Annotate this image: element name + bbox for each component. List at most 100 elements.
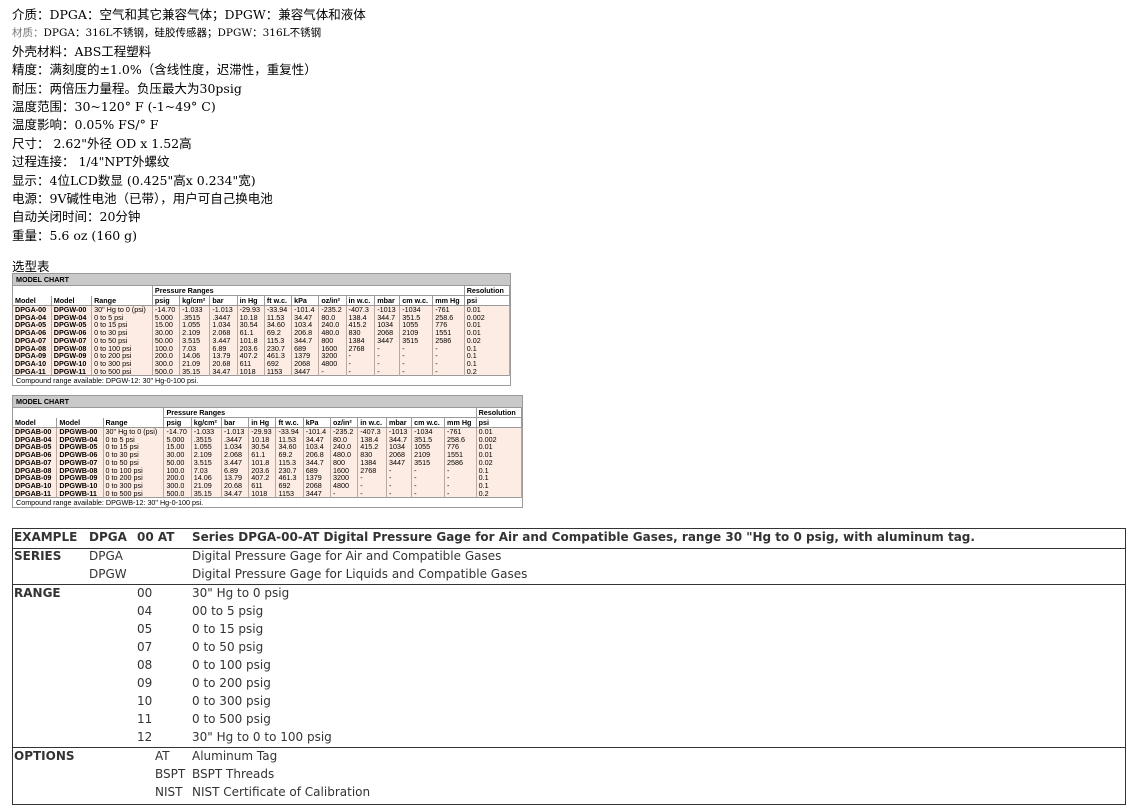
column-header: ft w.c.: [275, 417, 304, 428]
range-code: 12: [137, 730, 153, 744]
column-header: Model: [13, 295, 52, 306]
column-header: in w.c.: [346, 295, 376, 306]
spec-line: 精度：满刻度的±1.0%（含线性度，迟滞性，重复性）: [12, 61, 612, 79]
example-description: Series DPGA-00-AT Digital Pressure Gage …: [192, 530, 975, 544]
table-cell: 2586: [444, 459, 477, 467]
spec-line: 介质：DPGA：空气和其它兼容气体；DPGW：兼容气体和液体: [12, 6, 612, 24]
table-cell: 1018: [248, 489, 277, 498]
table-cell: -: [444, 489, 477, 498]
column-header: cm w.c.: [411, 417, 446, 428]
divider: [13, 548, 1125, 549]
table-cell: DPGA-11: [13, 367, 52, 376]
column-header: mm Hg: [432, 295, 465, 306]
example-code: 00 AT: [137, 530, 175, 544]
range-code: 05: [137, 622, 153, 636]
range-description: 0 to 300 psig: [192, 694, 271, 708]
table-cell: 3447: [303, 489, 332, 498]
table-cell: -: [318, 367, 347, 376]
example-label: EXAMPLE: [14, 530, 78, 544]
spec-list: 介质：DPGA：空气和其它兼容气体；DPGW：兼容气体和液体 材质：DPGA：31…: [12, 6, 612, 245]
spec-line: 温度影响：0.05% FS/° F: [12, 116, 612, 134]
table-cell: -: [346, 367, 376, 376]
spec-text: 介质：DPGA：空气和其它兼容气体；DPGW：兼容气体和液体: [12, 7, 366, 22]
table-cell: 34.47: [221, 489, 250, 498]
spec-text: DPGA：316L不锈钢，硅胶传感器；DPGW：316L不锈钢: [43, 27, 322, 40]
ordering-table: EXAMPLE DPGA 00 AT Series DPGA-00-AT Digita…: [12, 528, 1126, 805]
table-cell: 0.2: [464, 367, 511, 376]
column-header: kPa: [303, 417, 332, 428]
column-header: Model: [56, 417, 104, 428]
table-cell: 0.2: [476, 489, 523, 498]
option-code: AT: [155, 749, 170, 763]
table-cell: -: [444, 474, 477, 482]
column-header: mbar: [374, 295, 401, 306]
range-code: 07: [137, 640, 153, 654]
spec-text: 自动关闭时间：20分钟: [12, 209, 141, 225]
range-code: 09: [137, 676, 153, 690]
spec-line: 尺寸： 2.62"外径 OD x 1.52高: [12, 135, 612, 153]
option-description: BSPT Threads: [192, 767, 275, 781]
column-header: psi: [464, 295, 511, 306]
model-chart-b-series: MODEL CHART Pressure Ranges Resolution Mode…: [12, 395, 523, 509]
chart-footnote: Compound range available: DPGW-12: 30" H…: [13, 375, 510, 386]
table-cell: DPGAB-11: [13, 489, 58, 498]
column-header: bar: [209, 295, 238, 306]
spec-line: 重量：5.6 oz (160 g): [12, 227, 612, 245]
range-description: 0 to 15 psig: [192, 622, 264, 636]
spec-text: 外壳材料：ABS工程塑料: [12, 43, 152, 59]
column-header: in w.c.: [357, 417, 387, 428]
pressure-ranges-header: Pressure Ranges: [152, 285, 465, 296]
model-chart-standard: MODEL CHART Pressure Ranges Resolution Mode…: [12, 273, 511, 387]
series-description: Digital Pressure Gage for Air and Compat…: [192, 549, 502, 563]
column-header: kPa: [291, 295, 320, 306]
range-description: 30" Hg to 0 psig: [192, 586, 290, 600]
range-code: 10: [137, 694, 153, 708]
table-cell: -: [411, 466, 446, 475]
spec-text: 电源：9V碱性电池（已带），用户可自己换电池: [12, 190, 273, 206]
column-header: Model: [13, 417, 58, 428]
column-header: cm w.c.: [399, 295, 434, 306]
header-spacer: [13, 407, 165, 418]
range-code: 11: [137, 712, 153, 726]
table-row: DPGA-11 DPGW-11 0 to 500 psi 500.0 35.15 34.4…: [13, 367, 511, 376]
spec-label: 材质：: [12, 27, 44, 40]
column-header: kg/cm²: [191, 417, 222, 428]
table-cell: -: [374, 367, 401, 376]
chart-title: MODEL CHART: [13, 274, 510, 286]
resolution-header: Resolution: [476, 407, 523, 418]
table-cell: 3515: [411, 459, 446, 467]
option-description: NIST Certificate of Calibration: [192, 785, 371, 799]
chart-footnote: Compound range available: DPGWB-12: 30" …: [13, 497, 522, 508]
table-cell: -: [411, 474, 446, 482]
table-cell: 1153: [275, 489, 304, 498]
table-cell: -: [444, 466, 477, 475]
spec-line: 自动关闭时间：20分钟: [12, 208, 612, 226]
table-row: DPGAB-11 DPGWB-11 0 to 500 psi 500.0 35.15 34…: [13, 489, 523, 498]
option-description: Aluminum Tag: [192, 749, 278, 763]
range-description: 0 to 100 psig: [192, 658, 271, 672]
column-header: bar: [221, 417, 250, 428]
column-header: psi: [476, 417, 523, 428]
range-code: 08: [137, 658, 153, 672]
spec-line: 耐压：两倍压力量程。负压最大为30psig: [12, 80, 612, 98]
spec-text: 耐压：两倍压力量程。负压最大为30psig: [12, 80, 242, 96]
range-description: 00 to 5 psig: [192, 604, 264, 618]
table-cell: 1153: [264, 367, 293, 376]
column-header: oz/in²: [330, 417, 359, 428]
table-cell: 3447: [291, 367, 320, 376]
spec-text: 温度影响：0.05% FS/° F: [12, 117, 159, 133]
table-cell: -: [411, 489, 446, 498]
table-cell: -: [330, 489, 359, 498]
table-cell: 500.0: [163, 489, 192, 498]
column-header: oz/in²: [318, 295, 347, 306]
range-description: 0 to 500 psig: [192, 712, 271, 726]
chart-title: MODEL CHART: [13, 396, 522, 408]
series-code: DPGA: [89, 549, 123, 563]
column-header: ft w.c.: [264, 295, 293, 306]
table-cell: 0 to 500 psi: [103, 489, 165, 498]
resolution-header: Resolution: [464, 285, 511, 296]
divider: [13, 747, 1125, 748]
column-header: psig: [152, 295, 181, 306]
table-cell: -: [411, 482, 446, 490]
table-cell: 0 to 500 psi: [91, 367, 153, 376]
